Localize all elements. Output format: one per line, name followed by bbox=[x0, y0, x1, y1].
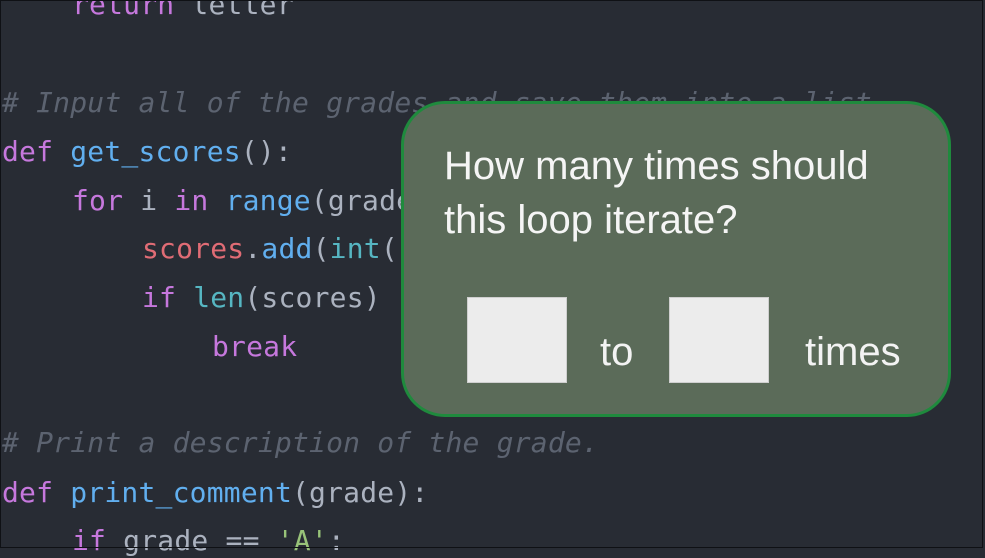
screenshot-border bbox=[0, 0, 983, 548]
